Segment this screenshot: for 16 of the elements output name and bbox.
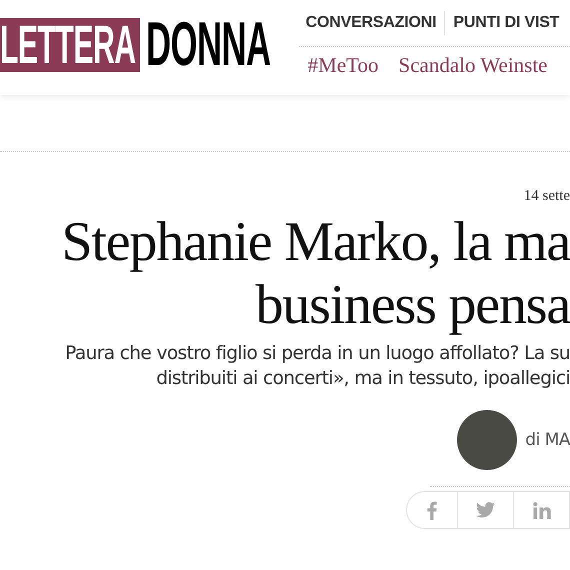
share-button[interactable] [406,491,458,529]
article-date: 14 sette [524,188,570,205]
tag-link[interactable]: Scandalo Weinste [398,53,548,78]
tag-link[interactable]: #MeToo [308,53,379,78]
author-byline: di MA [525,430,570,450]
article-title: Stephanie Marko, la ma business pensa [61,211,570,337]
nav-link[interactable]: CONVERSAZIONI [306,14,436,32]
bird-icon [476,502,495,518]
share-button[interactable] [458,491,514,529]
facebook-icon [427,500,437,520]
article-subtitle: Paura che vostro figlio si perda in un luogo affollato? La su distribuiti ai concerti», ma in tessuto, ipoallegici [65,342,570,391]
share-button[interactable] [514,491,570,529]
linkedin-icon [532,502,550,518]
nav-link[interactable]: PUNTI DI VIST [453,14,560,32]
logo-text[interactable]: LETTERA [0,18,140,72]
logo-text[interactable]: DONNA [146,17,270,73]
